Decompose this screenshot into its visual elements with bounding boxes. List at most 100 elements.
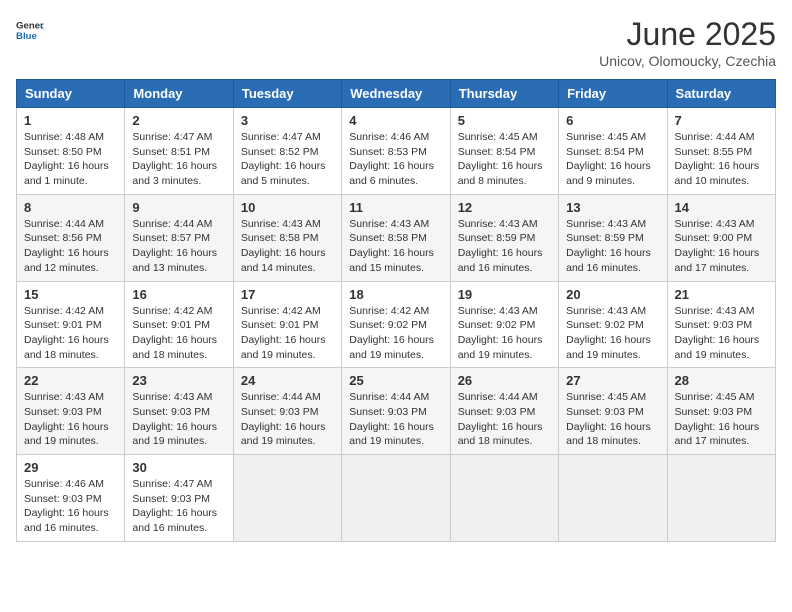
day-header-sunday: Sunday: [17, 80, 125, 108]
day-cell-18: 18 Sunrise: 4:42 AMSunset: 9:02 PMDayligh…: [342, 281, 450, 368]
empty-cell: [342, 455, 450, 542]
day-header-wednesday: Wednesday: [342, 80, 450, 108]
day-number: 5: [458, 113, 551, 128]
day-number: 17: [241, 287, 334, 302]
day-number: 16: [132, 287, 225, 302]
location-subtitle: Unicov, Olomoucky, Czechia: [599, 53, 776, 69]
empty-cell: [667, 455, 775, 542]
day-info: Sunrise: 4:44 AMSunset: 8:56 PMDaylight:…: [24, 217, 117, 276]
empty-cell: [233, 455, 341, 542]
day-info: Sunrise: 4:46 AMSunset: 8:53 PMDaylight:…: [349, 130, 442, 189]
calendar-week-4: 22 Sunrise: 4:43 AMSunset: 9:03 PMDayligh…: [17, 368, 776, 455]
empty-cell: [559, 455, 667, 542]
empty-cell: [450, 455, 558, 542]
day-info: Sunrise: 4:43 AMSunset: 8:58 PMDaylight:…: [241, 217, 334, 276]
day-info: Sunrise: 4:43 AMSunset: 9:00 PMDaylight:…: [675, 217, 768, 276]
month-title: June 2025: [599, 16, 776, 53]
day-cell-28: 28 Sunrise: 4:45 AMSunset: 9:03 PMDayligh…: [667, 368, 775, 455]
day-cell-10: 10 Sunrise: 4:43 AMSunset: 8:58 PMDayligh…: [233, 194, 341, 281]
day-number: 4: [349, 113, 442, 128]
day-number: 13: [566, 200, 659, 215]
calendar-header-row: SundayMondayTuesdayWednesdayThursdayFrid…: [17, 80, 776, 108]
day-info: Sunrise: 4:43 AMSunset: 9:03 PMDaylight:…: [24, 390, 117, 449]
day-header-monday: Monday: [125, 80, 233, 108]
calendar-week-3: 15 Sunrise: 4:42 AMSunset: 9:01 PMDayligh…: [17, 281, 776, 368]
day-header-saturday: Saturday: [667, 80, 775, 108]
calendar-week-2: 8 Sunrise: 4:44 AMSunset: 8:56 PMDaylight…: [17, 194, 776, 281]
day-number: 11: [349, 200, 442, 215]
day-number: 22: [24, 373, 117, 388]
day-cell-25: 25 Sunrise: 4:44 AMSunset: 9:03 PMDayligh…: [342, 368, 450, 455]
day-number: 23: [132, 373, 225, 388]
day-cell-20: 20Sunrise: 4:43 AMSunset: 9:02 PMDayligh…: [559, 281, 667, 368]
day-number: 18: [349, 287, 442, 302]
day-number: 26: [458, 373, 551, 388]
day-info: Sunrise: 4:45 AMSunset: 8:54 PMDaylight:…: [458, 130, 551, 189]
day-info: Sunrise: 4:42 AMSunset: 9:01 PMDaylight:…: [24, 304, 117, 363]
day-header-tuesday: Tuesday: [233, 80, 341, 108]
day-number: 2: [132, 113, 225, 128]
day-header-thursday: Thursday: [450, 80, 558, 108]
calendar-week-1: 1Sunrise: 4:48 AMSunset: 8:50 PMDaylight…: [17, 108, 776, 195]
day-cell-2: 2Sunrise: 4:47 AMSunset: 8:51 PMDaylight…: [125, 108, 233, 195]
day-info: Sunrise: 4:42 AMSunset: 9:02 PMDaylight:…: [349, 304, 442, 363]
day-number: 24: [241, 373, 334, 388]
day-info: Sunrise: 4:44 AMSunset: 8:55 PMDaylight:…: [675, 130, 768, 189]
day-info: Sunrise: 4:46 AMSunset: 9:03 PMDaylight:…: [24, 477, 117, 536]
logo-icon: General Blue: [16, 16, 44, 44]
day-cell-24: 24Sunrise: 4:44 AMSunset: 9:03 PMDayligh…: [233, 368, 341, 455]
day-number: 19: [458, 287, 551, 302]
day-info: Sunrise: 4:45 AMSunset: 8:54 PMDaylight:…: [566, 130, 659, 189]
day-info: Sunrise: 4:43 AMSunset: 9:02 PMDaylight:…: [458, 304, 551, 363]
day-cell-27: 27 Sunrise: 4:45 AMSunset: 9:03 PMDayligh…: [559, 368, 667, 455]
svg-text:Blue: Blue: [16, 31, 37, 42]
day-info: Sunrise: 4:42 AMSunset: 9:01 PMDaylight:…: [241, 304, 334, 363]
day-number: 3: [241, 113, 334, 128]
day-info: Sunrise: 4:42 AMSunset: 9:01 PMDaylight:…: [132, 304, 225, 363]
day-cell-15: 15 Sunrise: 4:42 AMSunset: 9:01 PMDayligh…: [17, 281, 125, 368]
day-number: 27: [566, 373, 659, 388]
day-number: 25: [349, 373, 442, 388]
day-cell-22: 22 Sunrise: 4:43 AMSunset: 9:03 PMDayligh…: [17, 368, 125, 455]
day-cell-7: 7 Sunrise: 4:44 AMSunset: 8:55 PMDaylight…: [667, 108, 775, 195]
day-cell-12: 12Sunrise: 4:43 AMSunset: 8:59 PMDayligh…: [450, 194, 558, 281]
day-info: Sunrise: 4:43 AMSunset: 9:03 PMDaylight:…: [675, 304, 768, 363]
day-number: 10: [241, 200, 334, 215]
day-number: 7: [675, 113, 768, 128]
day-info: Sunrise: 4:45 AMSunset: 9:03 PMDaylight:…: [675, 390, 768, 449]
day-cell-26: 26 Sunrise: 4:44 AMSunset: 9:03 PMDayligh…: [450, 368, 558, 455]
title-area: June 2025 Unicov, Olomoucky, Czechia: [599, 16, 776, 69]
day-cell-13: 13 Sunrise: 4:43 AMSunset: 8:59 PMDayligh…: [559, 194, 667, 281]
svg-text:General: General: [16, 20, 44, 31]
calendar-week-5: 29Sunrise: 4:46 AMSunset: 9:03 PMDayligh…: [17, 455, 776, 542]
day-info: Sunrise: 4:43 AMSunset: 8:59 PMDaylight:…: [458, 217, 551, 276]
day-number: 8: [24, 200, 117, 215]
day-number: 20: [566, 287, 659, 302]
day-cell-21: 21 Sunrise: 4:43 AMSunset: 9:03 PMDayligh…: [667, 281, 775, 368]
day-cell-23: 23 Sunrise: 4:43 AMSunset: 9:03 PMDayligh…: [125, 368, 233, 455]
day-number: 21: [675, 287, 768, 302]
day-cell-6: 6Sunrise: 4:45 AMSunset: 8:54 PMDaylight…: [559, 108, 667, 195]
day-cell-19: 19 Sunrise: 4:43 AMSunset: 9:02 PMDayligh…: [450, 281, 558, 368]
logo: General Blue: [16, 16, 44, 44]
day-cell-4: 4 Sunrise: 4:46 AMSunset: 8:53 PMDaylight…: [342, 108, 450, 195]
day-cell-1: 1Sunrise: 4:48 AMSunset: 8:50 PMDaylight…: [17, 108, 125, 195]
day-cell-8: 8 Sunrise: 4:44 AMSunset: 8:56 PMDaylight…: [17, 194, 125, 281]
day-cell-14: 14 Sunrise: 4:43 AMSunset: 9:00 PMDayligh…: [667, 194, 775, 281]
day-info: Sunrise: 4:43 AMSunset: 9:03 PMDaylight:…: [132, 390, 225, 449]
header: General Blue June 2025 Unicov, Olomoucky…: [16, 16, 776, 69]
day-number: 15: [24, 287, 117, 302]
day-info: Sunrise: 4:48 AMSunset: 8:50 PMDaylight:…: [24, 130, 117, 189]
day-cell-9: 9Sunrise: 4:44 AMSunset: 8:57 PMDaylight…: [125, 194, 233, 281]
day-info: Sunrise: 4:44 AMSunset: 9:03 PMDaylight:…: [349, 390, 442, 449]
day-info: Sunrise: 4:43 AMSunset: 8:59 PMDaylight:…: [566, 217, 659, 276]
day-number: 28: [675, 373, 768, 388]
day-cell-17: 17 Sunrise: 4:42 AMSunset: 9:01 PMDayligh…: [233, 281, 341, 368]
day-number: 14: [675, 200, 768, 215]
day-info: Sunrise: 4:44 AMSunset: 8:57 PMDaylight:…: [132, 217, 225, 276]
day-info: Sunrise: 4:45 AMSunset: 9:03 PMDaylight:…: [566, 390, 659, 449]
day-cell-3: 3Sunrise: 4:47 AMSunset: 8:52 PMDaylight…: [233, 108, 341, 195]
day-info: Sunrise: 4:44 AMSunset: 9:03 PMDaylight:…: [458, 390, 551, 449]
day-cell-16: 16 Sunrise: 4:42 AMSunset: 9:01 PMDayligh…: [125, 281, 233, 368]
day-number: 30: [132, 460, 225, 475]
